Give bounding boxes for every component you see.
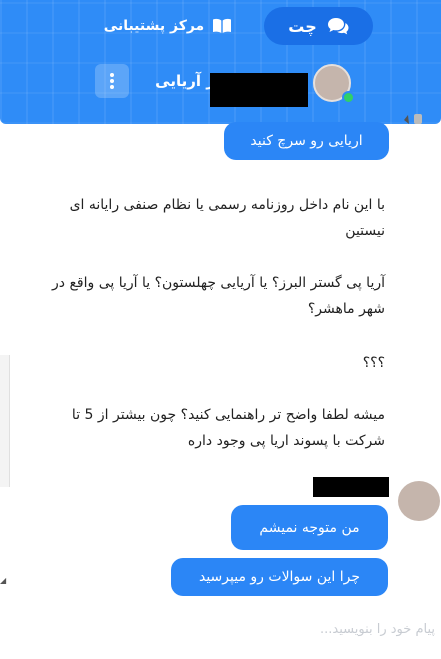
composer-bar — [0, 596, 441, 659]
chat-bubbles-icon — [327, 17, 349, 35]
user-avatar — [398, 481, 440, 521]
redacted-name-block — [313, 477, 389, 497]
vertical-dots-icon — [109, 72, 115, 90]
agent-message-bubble: اریایی رو سرچ کنید — [224, 122, 389, 160]
message-text: ؟؟؟ — [362, 355, 385, 371]
chat-header: چت مرکز پشتیبانی از آریایی — [0, 0, 441, 124]
tab-chat-label: چت — [288, 16, 317, 36]
book-icon — [212, 18, 232, 34]
message-text: میشه لطفا واضح تر راهنمایی کنید؟ چون بیش… — [71, 407, 385, 449]
tab-support-center[interactable]: مرکز پشتیبانی — [88, 7, 248, 45]
partial-icon — [404, 114, 422, 124]
reply-message-bubble: من متوجه نمیشم — [231, 505, 388, 550]
reply-message-bubble: چرا این سوالات رو میپرسید — [171, 558, 388, 596]
redacted-name-block — [210, 73, 308, 107]
options-menu-button[interactable] — [95, 64, 129, 98]
side-panel-edge — [0, 355, 10, 487]
message-text: با این نام داخل روزنامه رسمی یا نظام صنف… — [69, 197, 385, 239]
message-text: آریا پی گستر البرز؟ یا آریایی چهلستون؟ ی… — [52, 275, 385, 317]
scroll-arrow-icon[interactable]: ◢ — [0, 576, 6, 585]
message-input[interactable] — [255, 618, 435, 640]
tab-support-label: مرکز پشتیبانی — [103, 18, 205, 34]
tab-chat[interactable]: چت — [264, 7, 373, 45]
online-status-dot — [342, 91, 355, 104]
